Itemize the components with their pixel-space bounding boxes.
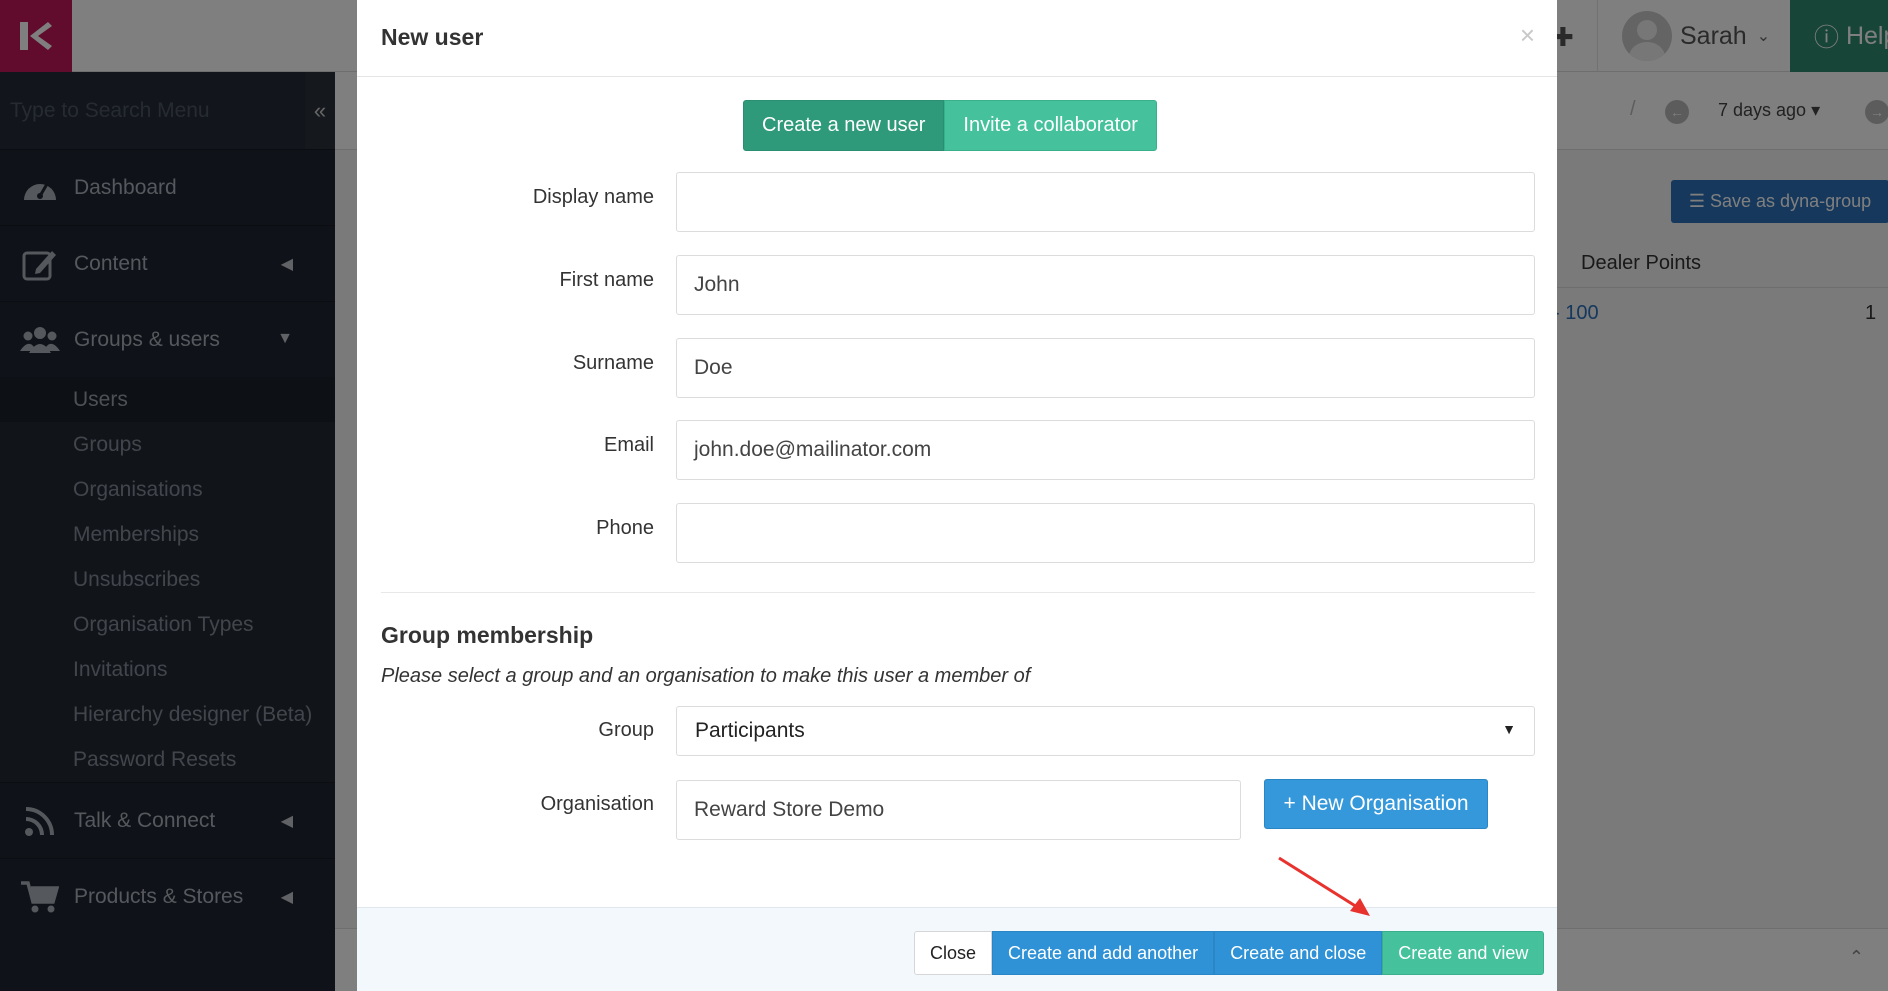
close-button[interactable]: Close bbox=[914, 931, 993, 975]
first-name-row: First name John bbox=[357, 255, 1557, 315]
modal-header: New user × bbox=[357, 0, 1557, 77]
group-membership-title: Group membership bbox=[381, 622, 594, 648]
organisation-field[interactable]: Reward Store Demo bbox=[676, 780, 1241, 840]
create-and-add-another-button[interactable]: Create and add another bbox=[992, 931, 1215, 975]
surname-label: Surname bbox=[572, 352, 654, 374]
display-name-row: Display name bbox=[357, 172, 1557, 232]
organisation-label: Organisation bbox=[540, 793, 654, 815]
create-and-view-button[interactable]: Create and view bbox=[1382, 931, 1545, 975]
user-mode-toggle: Create a new user Invite a collaborator bbox=[743, 100, 1157, 151]
tab-create-new-user[interactable]: Create a new user bbox=[743, 100, 945, 151]
display-name-field[interactable] bbox=[676, 172, 1535, 232]
phone-field[interactable] bbox=[676, 503, 1535, 563]
new-organisation-button[interactable]: + New Organisation bbox=[1264, 779, 1488, 829]
surname-row: Surname Doe bbox=[357, 338, 1557, 398]
email-field[interactable]: john.doe@mailinator.com bbox=[676, 420, 1535, 480]
surname-field[interactable]: Doe bbox=[676, 338, 1535, 398]
phone-label: Phone bbox=[596, 517, 654, 539]
group-membership-help: Please select a group and an organisatio… bbox=[381, 665, 1031, 687]
first-name-field[interactable]: John bbox=[676, 255, 1535, 315]
group-select-value: Participants bbox=[695, 719, 805, 742]
create-and-close-button[interactable]: Create and close bbox=[1214, 931, 1383, 975]
section-divider bbox=[381, 592, 1535, 593]
new-user-modal: New user × Create a new user Invite a co… bbox=[357, 0, 1557, 991]
caret-down-icon: ▼ bbox=[1502, 721, 1516, 737]
email-label: Email bbox=[603, 434, 654, 456]
tab-invite-collaborator[interactable]: Invite a collaborator bbox=[944, 100, 1157, 151]
group-select[interactable]: Participants ▼ bbox=[676, 706, 1535, 756]
close-icon[interactable]: × bbox=[1520, 20, 1535, 51]
modal-title: New user bbox=[381, 24, 484, 50]
footer-button-group: Close Create and add another Create and … bbox=[914, 931, 1545, 975]
first-name-label: First name bbox=[559, 269, 654, 291]
phone-row: Phone bbox=[357, 503, 1557, 563]
modal-footer: Close Create and add another Create and … bbox=[357, 907, 1557, 991]
display-name-label: Display name bbox=[532, 186, 654, 208]
email-row: Email john.doe@mailinator.com bbox=[357, 420, 1557, 480]
group-label: Group bbox=[598, 719, 654, 741]
